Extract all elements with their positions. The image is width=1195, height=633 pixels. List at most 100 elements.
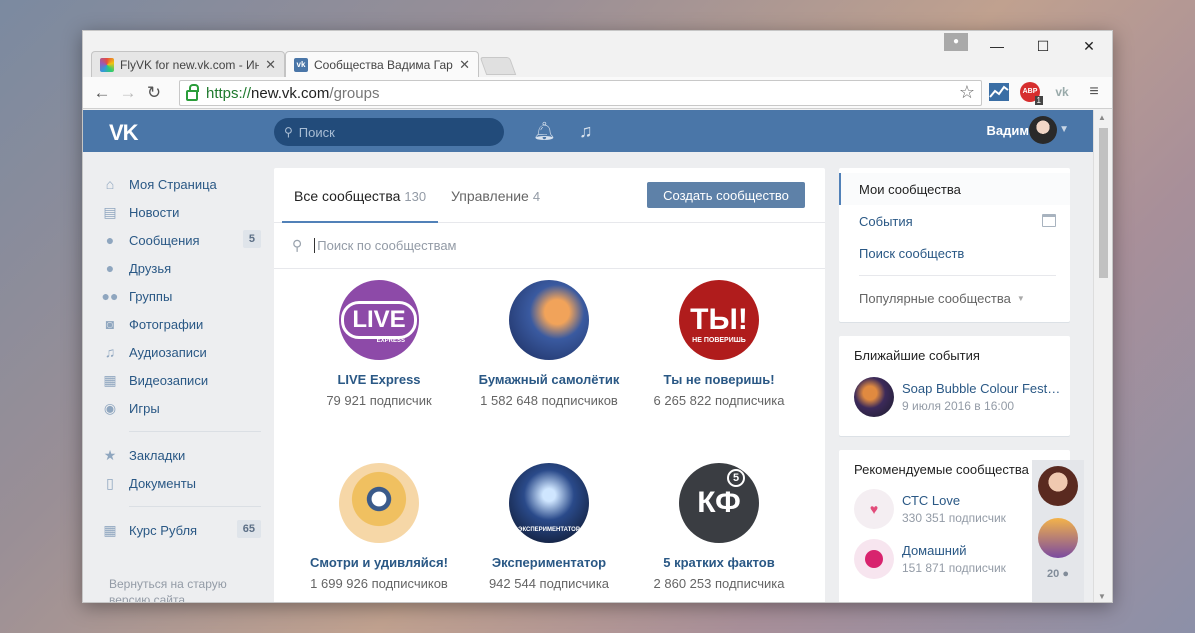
group-card[interactable]: Смотри и удивляйся! 1 699 926 подписчиков — [294, 463, 464, 591]
domashniy-avatar — [854, 539, 894, 579]
group-card[interactable]: КФ 5 5 кратких фактов 2 860 253 подписчика — [634, 463, 804, 591]
sidebar-item[interactable]: ●● Группы — [101, 282, 261, 310]
groups-nav-item[interactable]: Поиск сообществ — [839, 237, 1070, 269]
group-avatar[interactable] — [509, 280, 589, 360]
sidebar-item[interactable]: ● Сообщения 5 — [101, 226, 261, 254]
bookmarks-icon: ★ — [103, 447, 117, 463]
video-icon: ▦ — [103, 372, 117, 388]
forward-arrow-icon[interactable]: → — [115, 83, 141, 103]
search-placeholder: Поиск — [298, 124, 335, 140]
event-name: Soap Bubble Colour Fest… — [902, 381, 1061, 396]
maximize-button[interactable]: ☐ — [1020, 31, 1066, 61]
groups-nav-item[interactable]: Мои сообщества — [839, 173, 1070, 205]
group-avatar[interactable]: LIVE EXPRESS — [339, 280, 419, 360]
group-avatar[interactable]: КФ 5 — [679, 463, 759, 543]
calendar-icon[interactable] — [1042, 214, 1056, 227]
tab-close-icon[interactable]: ✕ — [265, 57, 276, 73]
vk-search-input[interactable]: ⚲ Поиск — [274, 118, 504, 146]
url-scheme: https:// — [206, 84, 252, 102]
sidebar-item[interactable]: ♫ Аудиозаписи — [101, 338, 261, 366]
documents-icon: ▯ — [106, 475, 114, 491]
vk-extension-icon[interactable]: vk — [1051, 81, 1073, 103]
group-name[interactable]: Ты не поверишь! — [634, 372, 804, 387]
page-scrollbar[interactable]: ▲ ▼ — [1093, 110, 1112, 602]
tab-all-groups[interactable]: Все сообщества 130 — [281, 188, 439, 223]
tab-label: Все сообщества — [294, 188, 401, 204]
group-name[interactable]: LIVE Express — [294, 372, 464, 387]
chevron-down-icon[interactable]: ▼ — [1059, 124, 1069, 135]
menu-divider — [129, 506, 261, 507]
address-bar[interactable]: https:// new.vk.com /groups ☆ — [179, 80, 982, 106]
reload-icon[interactable]: ↻ — [141, 83, 167, 103]
scroll-down-icon[interactable]: ▼ — [1098, 592, 1106, 601]
notifications-bell-icon[interactable]: 🔔︎ — [533, 121, 556, 142]
sidebar-item[interactable]: ◉ Игры — [101, 394, 261, 422]
friend-avatar[interactable] — [1038, 466, 1078, 506]
group-subs: 151 871 подписчик — [902, 561, 1006, 575]
scrollbar-thumb[interactable] — [1099, 128, 1108, 278]
group-avatar[interactable]: ТЫ! НЕ ПОВЕРИШЬ — [679, 280, 759, 360]
old-version-link[interactable]: Вернуться на старую версию сайта — [109, 576, 249, 602]
close-window-button[interactable]: ✕ — [1066, 31, 1112, 61]
group-avatar[interactable] — [339, 463, 419, 543]
new-tab-button[interactable] — [479, 57, 517, 75]
group-subscribers: 79 921 подписчик — [326, 393, 432, 408]
sidebar-item[interactable]: ◙ Фотографии — [101, 310, 261, 338]
group-avatar[interactable]: ЭКСПЕРИМЕНТАТОР — [509, 463, 589, 543]
group-name[interactable]: 5 кратких фактов — [634, 555, 804, 570]
sidebar-item-label: Закладки — [129, 447, 186, 463]
user-profile-icon[interactable]: ● — [944, 33, 968, 51]
group-subscribers: 1 699 926 подписчиков — [310, 576, 448, 591]
create-group-button[interactable]: Создать сообщество — [647, 182, 805, 208]
search-icon: ⚲ — [292, 237, 303, 253]
user-avatar[interactable] — [1029, 116, 1057, 144]
event-item[interactable]: Soap Bubble Colour Fest… 9 июля 2016 в 1… — [839, 363, 1070, 417]
avatar-logo-text: КФ — [697, 486, 741, 519]
nav-divider — [859, 275, 1056, 276]
chevron-down-icon: ▼ — [1016, 293, 1025, 303]
tab-vk-groups[interactable]: vk Сообщества Вадима Гар ✕ — [285, 51, 479, 77]
tab-flyvk[interactable]: FlyVK for new.vk.com - Инт ✕ — [91, 51, 285, 77]
menu-icon[interactable]: ≡ — [1083, 81, 1105, 103]
user-name[interactable]: Вадим — [987, 123, 1029, 138]
scroll-up-icon[interactable]: ▲ — [1098, 113, 1106, 122]
back-arrow-icon[interactable]: ← — [89, 83, 115, 103]
menu-divider — [129, 431, 261, 432]
bookmark-star-icon[interactable]: ☆ — [959, 82, 975, 103]
friends-count[interactable]: 20 ● — [1032, 568, 1084, 580]
person-icon: ● — [1062, 568, 1069, 580]
group-name[interactable]: Смотри и удивляйся! — [294, 555, 464, 570]
sidebar-item[interactable]: ▤ Новости — [101, 198, 261, 226]
avatar-logo-text: ЭКСПЕРИМЕНТАТОР — [518, 527, 580, 533]
vk-logo[interactable]: VK — [109, 120, 139, 146]
tab-close-icon[interactable]: ✕ — [459, 57, 470, 73]
music-icon: ♫ — [104, 344, 116, 360]
sidebar-item[interactable]: ▦ Видеозаписи — [101, 366, 261, 394]
browser-toolbar: ← → ↻ https:// new.vk.com /groups ☆ ABP … — [83, 77, 1112, 109]
friends-icon: ● — [105, 260, 115, 276]
groups-nav-item[interactable]: События — [839, 205, 1070, 237]
adblock-extension-icon[interactable]: ABP 1 — [1019, 81, 1043, 105]
url-host: new.vk.com — [251, 84, 330, 102]
tab-manage[interactable]: Управление 4 — [451, 188, 540, 204]
group-card[interactable]: LIVE EXPRESS LIVE Express 79 921 подписчик — [294, 280, 464, 408]
groups-search-input[interactable]: ⚲ Поиск по сообществам — [274, 223, 825, 269]
popular-groups-link[interactable]: Популярные сообщества ▼ — [839, 282, 1070, 314]
photos-icon: ◙ — [105, 316, 115, 332]
group-card[interactable]: ТЫ! НЕ ПОВЕРИШЬ Ты не поверишь! 6 265 822 п… — [634, 280, 804, 408]
sidebar-item[interactable]: ⌂ Моя Страница — [101, 170, 261, 198]
group-card[interactable]: ЭКСПЕРИМЕНТАТОР Экспериментатор 942 544 по… — [464, 463, 634, 591]
sidebar-item[interactable]: ▦ Курс Рубля 65 — [101, 516, 261, 544]
groups-tabs: Все сообщества 130 Управление 4 Создать со… — [274, 168, 825, 223]
lock-icon — [186, 83, 199, 101]
sidebar-item[interactable]: ▯ Документы — [101, 469, 261, 497]
group-name[interactable]: Экспериментатор — [464, 555, 634, 570]
group-name[interactable]: Бумажный самолётик — [464, 372, 634, 387]
minimize-button[interactable]: — — [974, 31, 1020, 61]
music-note-icon[interactable]: ♫ — [579, 121, 593, 142]
chart-extension-icon[interactable] — [988, 81, 1010, 103]
friend-avatar[interactable] — [1038, 518, 1078, 558]
sidebar-item[interactable]: ★ Закладки — [101, 441, 261, 469]
sidebar-item[interactable]: ● Друзья — [101, 254, 261, 282]
group-card[interactable]: Бумажный самолётик 1 582 648 подписчиков — [464, 280, 634, 408]
